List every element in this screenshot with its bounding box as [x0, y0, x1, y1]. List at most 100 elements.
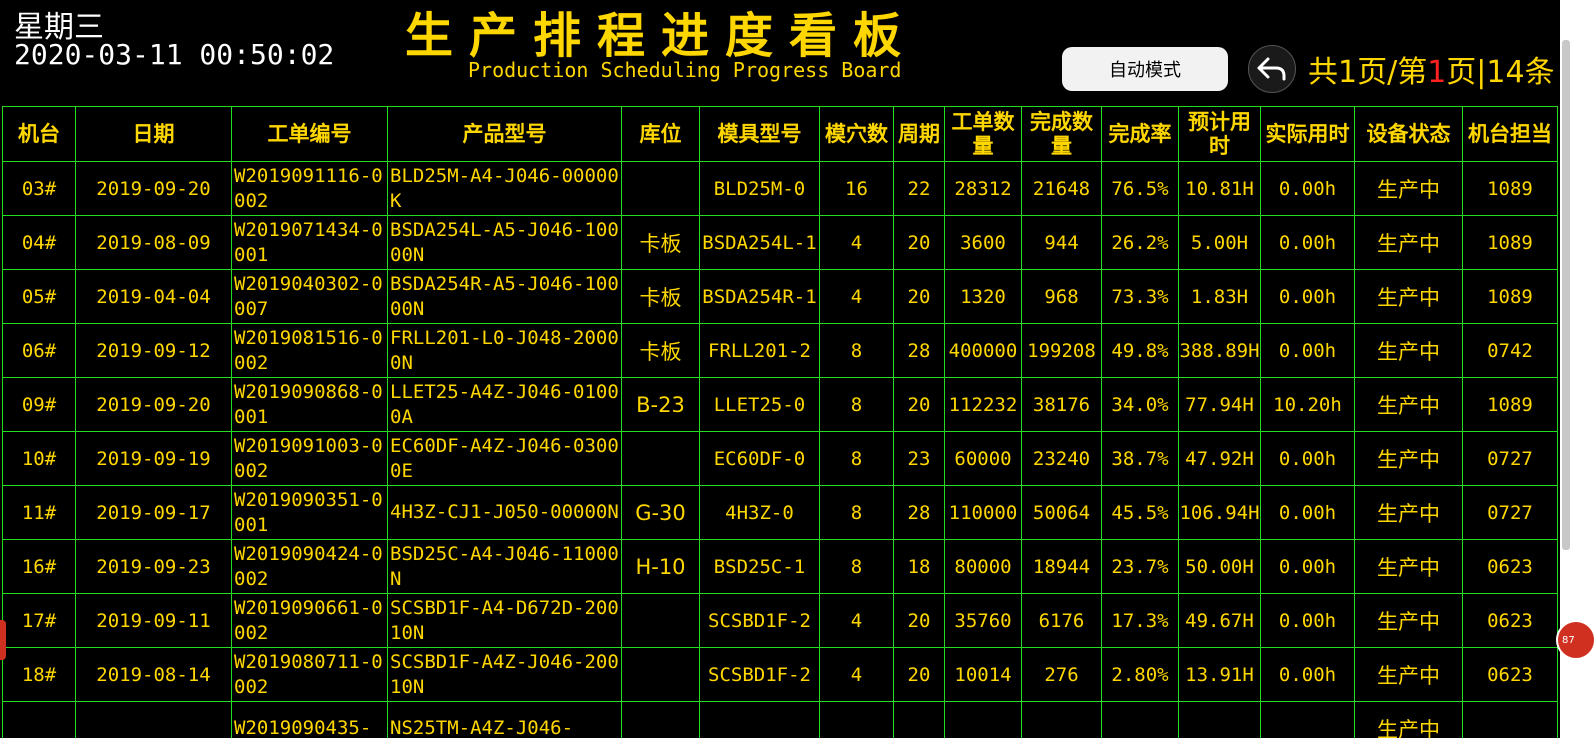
table-row[interactable]: 04# 2019-08-09 W2019071434-0001 BSDA254L-A5…: [2, 215, 1558, 270]
table-header-row: 机台 日期 工单编号 产品型号 库位 模具型号 模穴数 周期 工单数量 完成数量 完成率 预计用时 实际…: [2, 106, 1558, 162]
table-cell: 04#: [2, 215, 76, 270]
table-cell: SCSBD1F-2: [699, 647, 820, 702]
table-cell: BLD25M-0: [699, 161, 820, 216]
table-cell: 0.00h: [1260, 431, 1355, 486]
table-cell: 38176: [1021, 377, 1102, 432]
table-cell: 1089: [1462, 377, 1558, 432]
table-cell: 47.92H: [1178, 431, 1261, 486]
table-cell: W2019071434-0001: [231, 215, 388, 270]
table-row[interactable]: 09# 2019-09-20 W2019090868-0001 LLET25-A4Z-…: [2, 377, 1558, 432]
table-cell: 73.3%: [1101, 269, 1179, 324]
table-cell: [621, 701, 700, 738]
table-cell: 生产中: [1354, 593, 1463, 648]
table-cell: 4H3Z-0: [699, 485, 820, 540]
table-cell: 968: [1021, 269, 1102, 324]
table-cell: 23240: [1021, 431, 1102, 486]
table-row[interactable]: 05# 2019-04-04 W2019040302-0007 BSDA254R-A5…: [2, 269, 1558, 324]
table-cell: 112232: [944, 377, 1022, 432]
table-cell: 03#: [2, 161, 76, 216]
table-row[interactable]: 17# 2019-09-11 W2019090661-0002 SCSBD1F-A4-…: [2, 593, 1558, 648]
table-cell: LLET25-0: [699, 377, 820, 432]
table-cell: EC60DF-0: [699, 431, 820, 486]
table-row[interactable]: 11# 2019-09-17 W2019090351-0001 4H3Z-CJ1-J0…: [2, 485, 1558, 540]
table-row[interactable]: 03# 2019-09-20 W2019091116-0002 BLD25M-A4-J…: [2, 161, 1558, 216]
table-row[interactable]: W2019090435- NS25TM-A4Z-J046- 生产中: [2, 701, 1558, 738]
table-cell: 944: [1021, 215, 1102, 270]
table-cell: 106.94H: [1178, 485, 1261, 540]
table-cell: 卡板: [621, 215, 700, 270]
table-cell: 60000: [944, 431, 1022, 486]
table-cell: 18: [893, 539, 945, 594]
table-cell: 2019-09-20: [75, 377, 232, 432]
back-button[interactable]: [1248, 45, 1296, 93]
table-cell: 0623: [1462, 593, 1558, 648]
table-cell: 10.20h: [1260, 377, 1355, 432]
table-cell: 1089: [1462, 161, 1558, 216]
table-cell: 2019-09-11: [75, 593, 232, 648]
table-cell: 38.7%: [1101, 431, 1179, 486]
table-cell: 28312: [944, 161, 1022, 216]
floating-badge[interactable]: 87: [1556, 620, 1595, 660]
table-cell: BSDA254R-A5-J046-10000N: [387, 269, 622, 324]
auto-mode-button[interactable]: 自动模式: [1062, 47, 1228, 91]
table-cell: 388.89H: [1178, 323, 1261, 378]
table-cell: 2019-09-19: [75, 431, 232, 486]
table-cell: [699, 701, 820, 738]
table-cell: 23: [893, 431, 945, 486]
production-table: 机台 日期 工单编号 产品型号 库位 模具型号 模穴数 周期 工单数量 完成数量 完成率 预计用时 实际…: [2, 106, 1558, 738]
table-cell: SCSBD1F-2: [699, 593, 820, 648]
column-header: 机台担当: [1462, 106, 1558, 162]
table-cell: 0727: [1462, 485, 1558, 540]
table-cell: W2019090424-0002: [231, 539, 388, 594]
table-cell: 110000: [944, 485, 1022, 540]
table-cell: 21648: [1021, 161, 1102, 216]
table-cell: 50.00H: [1178, 539, 1261, 594]
column-header: 产品型号: [387, 106, 622, 162]
column-header: 库位: [621, 106, 700, 162]
table-cell: BSDA254L-A5-J046-10000N: [387, 215, 622, 270]
table-cell: 77.94H: [1178, 377, 1261, 432]
table-row[interactable]: 16# 2019-09-23 W2019090424-0002 BSD25C-A4-J…: [2, 539, 1558, 594]
column-header: 完成率: [1101, 106, 1179, 162]
table-cell: 17.3%: [1101, 593, 1179, 648]
table-cell: 4: [819, 593, 894, 648]
left-floating-tab[interactable]: [0, 620, 6, 660]
table-row[interactable]: 06# 2019-09-12 W2019081516-0002 FRLL201-L0-…: [2, 323, 1558, 378]
page-title: 生产排程进度看板: [405, 8, 918, 64]
column-header: 机台: [2, 106, 76, 162]
table-cell: 0.00h: [1260, 161, 1355, 216]
table-cell: 0.00h: [1260, 215, 1355, 270]
table-cell: NS25TM-A4Z-J046-: [387, 701, 622, 738]
table-cell: [621, 431, 700, 486]
table-cell: BSDA254R-1: [699, 269, 820, 324]
scrollbar-thumb[interactable]: [1562, 40, 1570, 550]
column-header: 模穴数: [819, 106, 894, 162]
table-cell: 卡板: [621, 269, 700, 324]
table-cell: [1462, 701, 1558, 738]
table-row[interactable]: 18# 2019-08-14 W2019080711-0002 SCSBD1F-A4Z…: [2, 647, 1558, 702]
table-cell: 22: [893, 161, 945, 216]
table-cell: 276: [1021, 647, 1102, 702]
table-cell: 2019-09-23: [75, 539, 232, 594]
table-cell: 18#: [2, 647, 76, 702]
table-cell: 49.67H: [1178, 593, 1261, 648]
table-cell: 1.83H: [1178, 269, 1261, 324]
table-cell: 34.0%: [1101, 377, 1179, 432]
table-row[interactable]: 10# 2019-09-19 W2019091003-0002 EC60DF-A4Z-…: [2, 431, 1558, 486]
table-cell: 11#: [2, 485, 76, 540]
table-cell: 0623: [1462, 539, 1558, 594]
table-cell: BSD25C-A4-J046-11000N: [387, 539, 622, 594]
table-cell: SCSBD1F-A4Z-J046-20010N: [387, 647, 622, 702]
table-cell: EC60DF-A4Z-J046-03000E: [387, 431, 622, 486]
table-cell: 199208: [1021, 323, 1102, 378]
table-cell: [621, 647, 700, 702]
table-cell: [1101, 701, 1179, 738]
table-cell: 49.8%: [1101, 323, 1179, 378]
table-cell: 生产中: [1354, 323, 1463, 378]
table-cell: 生产中: [1354, 539, 1463, 594]
table-cell: 17#: [2, 593, 76, 648]
table-cell: BSD25C-1: [699, 539, 820, 594]
table-cell: 1089: [1462, 269, 1558, 324]
table-cell: 23.7%: [1101, 539, 1179, 594]
table-cell: 0623: [1462, 647, 1558, 702]
